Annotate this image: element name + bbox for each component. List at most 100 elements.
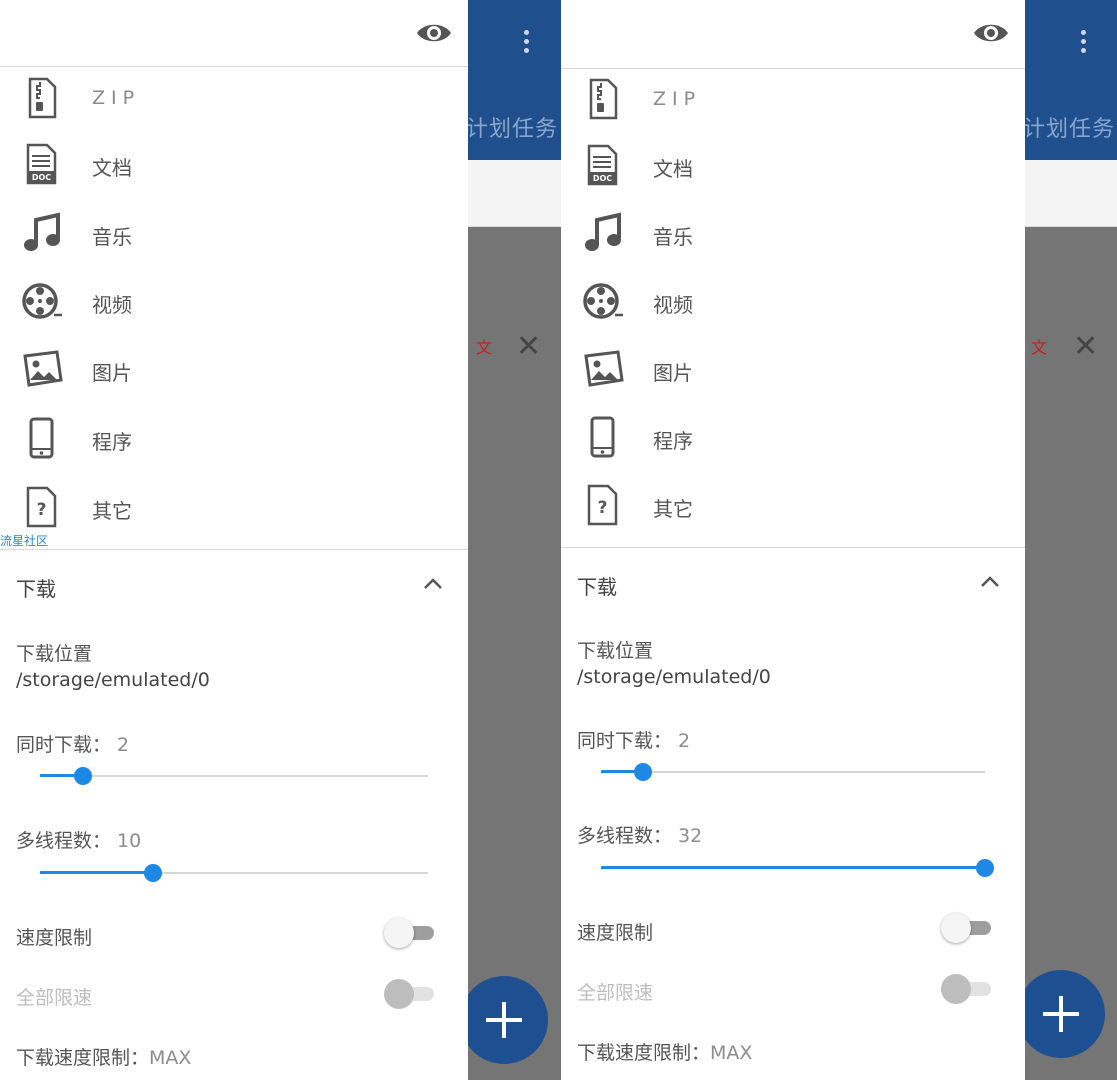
- slider-track: [601, 771, 985, 773]
- category-label: 其它: [653, 497, 693, 521]
- download-location-path[interactable]: /storage/emulated/0: [16, 669, 210, 691]
- music-note-icon: [24, 212, 60, 251]
- slider-thumb[interactable]: [143, 864, 162, 882]
- phone-icon: [590, 416, 615, 458]
- svg-text:?: ?: [598, 498, 608, 518]
- add-fab-button[interactable]: [460, 976, 548, 1064]
- navigation-drawer: ZIP DOC 文档 音乐 视频 图片 程序 ? 其它 流星社区 下载 下载位置…: [0, 0, 468, 1080]
- slider-fill: [40, 871, 153, 874]
- section-divider: [0, 549, 468, 550]
- category-program[interactable]: 程序: [561, 415, 1025, 459]
- category-program[interactable]: 程序: [0, 416, 468, 460]
- all-limit-toggle[interactable]: [941, 974, 993, 1004]
- right-screenshot: 计划任务 文 ✕ ZIP DOC 文档 音乐 视频 图片 程序 ? 其它 下载 …: [561, 0, 1117, 1080]
- eye-icon[interactable]: [416, 20, 452, 46]
- concurrent-value: 2: [678, 730, 691, 752]
- unknown-file-icon: ?: [26, 486, 57, 528]
- category-label: 音乐: [92, 225, 132, 249]
- music-note-icon: [585, 212, 621, 251]
- download-location-label: 下载位置: [16, 643, 93, 665]
- speed-limit-toggle[interactable]: [941, 913, 993, 943]
- unknown-file-icon: ?: [587, 484, 618, 526]
- toggle-knob: [384, 979, 414, 1009]
- threads-value: 10: [117, 830, 142, 852]
- threads-value: 32: [678, 825, 703, 847]
- toggle-knob: [941, 974, 971, 1004]
- download-speed-limit-setting[interactable]: 下载速度限制：MAX: [16, 1043, 191, 1070]
- concurrent-downloads-slider[interactable]: [40, 766, 428, 786]
- download-section-title: 下载: [577, 575, 617, 599]
- category-other[interactable]: ? 其它: [561, 483, 1025, 527]
- download-limit-value: MAX: [710, 1042, 753, 1064]
- slider-thumb[interactable]: [634, 763, 653, 781]
- concurrent-downloads-setting: 同时下载： 2: [577, 726, 690, 753]
- section-divider: [561, 547, 1025, 548]
- category-zip[interactable]: ZIP: [561, 77, 1025, 121]
- category-label: 图片: [92, 361, 132, 385]
- download-location-path[interactable]: /storage/emulated/0: [577, 666, 771, 688]
- threads-label: 多线程数：: [16, 830, 112, 852]
- speed-limit-toggle[interactable]: [384, 918, 436, 948]
- category-video[interactable]: 视频: [0, 279, 468, 323]
- concurrent-label: 同时下载：: [16, 734, 112, 756]
- threads-setting: 多线程数： 32: [577, 821, 702, 848]
- category-label: 音乐: [653, 225, 693, 249]
- task-text: 文: [1031, 338, 1048, 357]
- plus-icon: [486, 1002, 522, 1038]
- zip-file-icon: [589, 78, 618, 120]
- download-speed-limit-setting[interactable]: 下载速度限制：MAX: [577, 1038, 752, 1065]
- overflow-menu-icon[interactable]: [1081, 30, 1087, 57]
- close-icon[interactable]: ✕: [516, 332, 541, 362]
- threads-slider[interactable]: [40, 863, 428, 883]
- image-icon: [584, 350, 624, 387]
- download-section-title: 下载: [16, 577, 56, 601]
- category-other[interactable]: ? 其它: [0, 485, 468, 529]
- toggle-knob: [941, 913, 971, 943]
- category-video[interactable]: 视频: [561, 279, 1025, 323]
- chevron-up-icon[interactable]: [422, 575, 444, 591]
- category-music[interactable]: 音乐: [561, 211, 1025, 255]
- category-label: 视频: [92, 293, 132, 317]
- doc-file-icon: DOC: [26, 143, 57, 185]
- eye-icon[interactable]: [973, 20, 1009, 46]
- category-label: 文档: [92, 156, 132, 180]
- zip-file-icon: [28, 77, 57, 119]
- category-image[interactable]: 图片: [561, 347, 1025, 391]
- concurrent-label: 同时下载：: [577, 730, 673, 752]
- chevron-up-icon[interactable]: [979, 573, 1001, 589]
- slider-thumb[interactable]: [976, 859, 994, 877]
- threads-slider[interactable]: [601, 858, 994, 878]
- slider-fill: [601, 866, 985, 869]
- category-doc[interactable]: DOC 文档: [561, 143, 1025, 187]
- drawer-header: [561, 0, 1025, 69]
- plus-icon: [1043, 996, 1079, 1032]
- threads-setting: 多线程数： 10: [16, 826, 141, 853]
- svg-text:?: ?: [37, 500, 47, 520]
- add-fab-button[interactable]: [1017, 970, 1105, 1058]
- concurrent-downloads-slider[interactable]: [601, 762, 985, 782]
- slider-thumb[interactable]: [73, 767, 92, 785]
- download-limit-label: 下载速度限制：: [577, 1042, 711, 1064]
- overflow-menu-icon[interactable]: [524, 30, 530, 57]
- category-music[interactable]: 音乐: [0, 211, 468, 255]
- all-limit-toggle[interactable]: [384, 979, 436, 1009]
- concurrent-downloads-setting: 同时下载： 2: [16, 730, 129, 757]
- doc-file-icon: DOC: [587, 144, 618, 186]
- all-limit-label: 全部限速: [577, 982, 654, 1004]
- navigation-drawer: ZIP DOC 文档 音乐 视频 图片 程序 ? 其它 下载 下载位置 /sto…: [561, 0, 1025, 1080]
- svg-text:DOC: DOC: [32, 173, 51, 182]
- category-label: 程序: [92, 430, 132, 454]
- drawer-header: [0, 0, 468, 67]
- category-zip[interactable]: ZIP: [0, 76, 468, 120]
- category-label: 视频: [653, 293, 693, 317]
- download-limit-label: 下载速度限制：: [16, 1047, 150, 1069]
- speed-limit-label: 速度限制: [16, 927, 93, 949]
- category-doc[interactable]: DOC 文档: [0, 142, 468, 186]
- category-image[interactable]: 图片: [0, 347, 468, 391]
- slider-track: [40, 775, 428, 777]
- watermark: 流星社区: [0, 534, 49, 548]
- close-icon[interactable]: ✕: [1073, 332, 1098, 362]
- toggle-knob: [384, 918, 414, 948]
- phone-icon: [29, 417, 54, 459]
- film-reel-icon: [583, 283, 623, 319]
